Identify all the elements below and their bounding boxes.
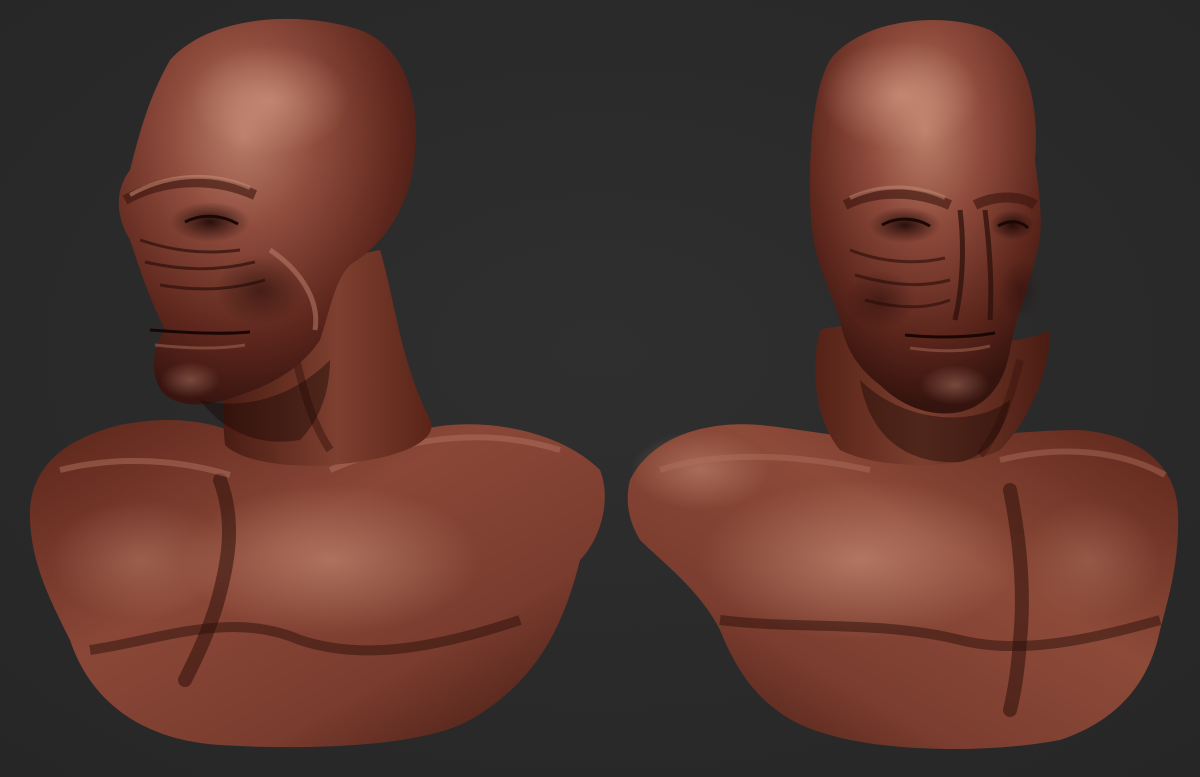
render-canvas [0, 0, 1200, 777]
sculpt-render [0, 0, 1200, 777]
